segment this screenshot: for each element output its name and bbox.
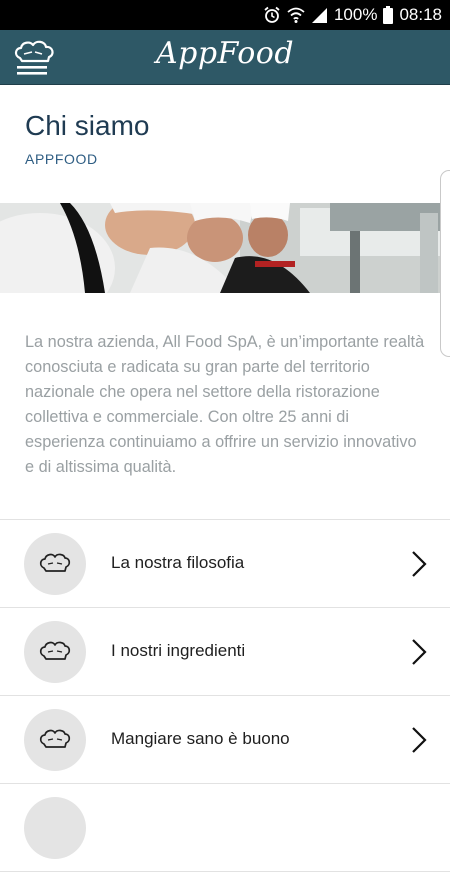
hero-image (0, 203, 450, 293)
battery-icon (383, 6, 394, 24)
app-bar: AppFood (0, 30, 450, 85)
chef-hat-icon (39, 553, 71, 572)
avatar (24, 621, 86, 683)
status-bar: 100% 08:18 (0, 0, 450, 30)
chevron-right-icon (410, 550, 428, 583)
page-title: Chi siamo (25, 110, 150, 141)
avatar (24, 709, 86, 771)
chef-hat-icon (39, 729, 71, 748)
page-subtitle: APPFOOD (25, 151, 98, 167)
company-description: La nostra azienda, All Food SpA, è un’im… (25, 333, 425, 476)
list-item-mangiare-sano[interactable]: Mangiare sano è buono (0, 696, 450, 784)
list-item-label: I nostri ingredienti (111, 641, 246, 660)
menu-list: La nostra filosofia I nostri ingredienti… (0, 519, 450, 872)
list-item-label: La nostra filosofia (111, 553, 245, 572)
list-item-label: Mangiare sano è buono (111, 729, 290, 748)
signal-icon (311, 7, 328, 24)
chevron-right-icon (410, 638, 428, 671)
chef-hat-icon (39, 641, 71, 660)
avatar (24, 797, 86, 859)
avatar (24, 533, 86, 595)
chevron-right-icon (410, 726, 428, 759)
status-icons: 100% 08:18 (263, 4, 442, 26)
list-item-ingredienti[interactable]: I nostri ingredienti (0, 608, 450, 696)
list-item-filosofia[interactable]: La nostra filosofia (0, 520, 450, 608)
scroll-indicator[interactable] (440, 170, 450, 357)
app-logo-title: AppFood (155, 36, 295, 71)
clock: 08:18 (399, 5, 442, 24)
wifi-icon (287, 6, 305, 24)
list-item-partial[interactable] (0, 784, 450, 872)
alarm-icon (263, 6, 281, 24)
battery-percent: 100% (333, 5, 378, 24)
